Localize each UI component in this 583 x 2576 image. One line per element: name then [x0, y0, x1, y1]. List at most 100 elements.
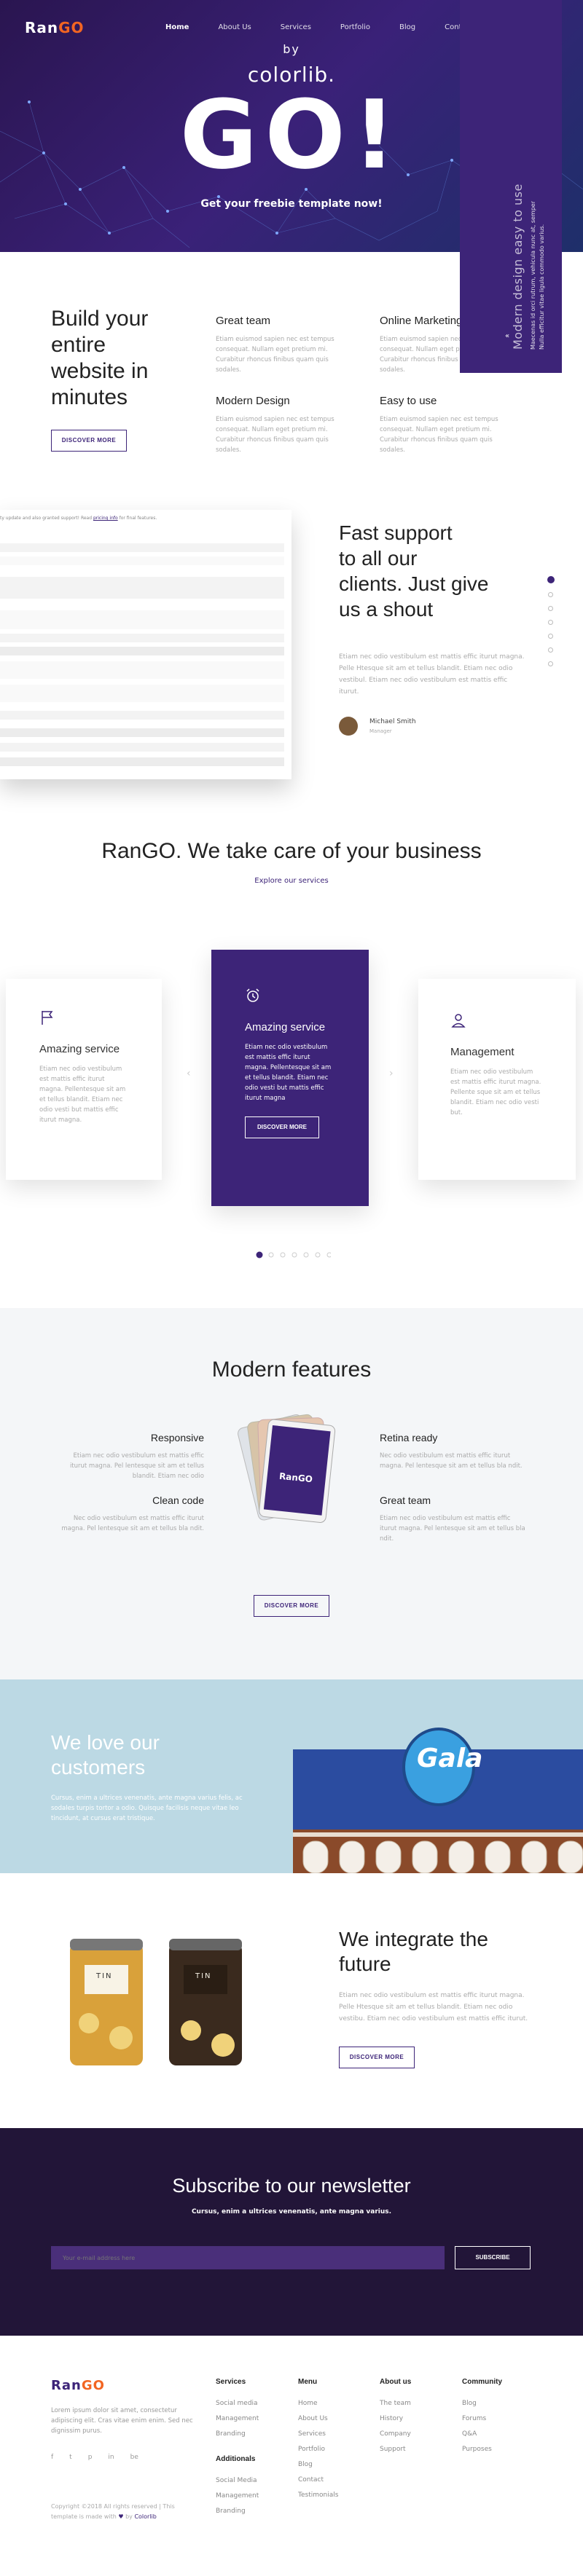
gala-sign-text: Gala: [417, 1744, 483, 1773]
footer-col-services: Services Social media Management Brandin…: [216, 2378, 259, 2519]
person-name: Michael Smith: [369, 718, 416, 725]
footer-link[interactable]: Contact: [298, 2473, 338, 2488]
nav-home[interactable]: Home: [165, 23, 189, 31]
vertical-pagination: [547, 576, 555, 675]
person-role: Manager: [369, 728, 392, 734]
modern-discover-button[interactable]: DISCOVER MORE: [254, 1595, 329, 1617]
feature-online-marketing: Online Marketing Etiam euismod sapien nec…: [380, 315, 460, 374]
footer-link[interactable]: History: [380, 2411, 411, 2427]
page-dot[interactable]: [548, 634, 553, 639]
side-panel-sub: Maecenas id orci rutrum, vehicula nunc a…: [530, 200, 536, 350]
page-dot[interactable]: [547, 576, 555, 583]
avatar: [339, 717, 358, 736]
page-dot[interactable]: [548, 661, 553, 666]
mock-top-bar: ty update and also granted support! Read…: [0, 510, 292, 539]
service-card-text: Etiam nec odio vestibulum est mattis eff…: [450, 1068, 541, 1116]
footer-link[interactable]: Branding: [216, 2427, 259, 2442]
pinterest-icon[interactable]: p: [88, 2454, 93, 2461]
service-card[interactable]: Amazing service Etiam nec odio vestibulu…: [6, 979, 162, 1180]
footer-col-menu: Menu Home About Us Services Portfolio Bl…: [298, 2378, 338, 2503]
flag-icon: [42, 1011, 53, 1025]
can-label-2: TIN: [195, 1972, 212, 1980]
support-screenshot: ty update and also granted support! Read…: [0, 510, 292, 779]
intro-heading: Build your entire website in minutes: [51, 307, 149, 409]
intro-discover-button[interactable]: DISCOVER MORE: [51, 430, 127, 452]
customers-section: We love our customers Cursus, enim a ultr…: [0, 1679, 583, 1873]
page-dot[interactable]: [548, 647, 553, 653]
footer-link[interactable]: Testimonials: [298, 2488, 338, 2503]
carousel-prev-icon[interactable]: ‹: [187, 1068, 191, 1079]
alarm-clock-icon: [246, 988, 259, 1002]
feature-great-team-2: Great team Etiam nec odio vestibulum est …: [380, 1494, 525, 1543]
support-section: ty update and also granted support! Read…: [0, 492, 583, 813]
colorlib-link[interactable]: Colorlib: [134, 2513, 156, 2520]
user-icon: [451, 1014, 466, 1028]
carousel-next-icon[interactable]: ›: [389, 1068, 394, 1079]
logo[interactable]: RanGO: [25, 19, 85, 36]
footer-col-community: Community Blog Forums Q&A Purposes: [462, 2378, 502, 2457]
service-card-text: Etiam nec odio vestibulum est mattis eff…: [39, 1066, 126, 1124]
footer-link[interactable]: Purposes: [462, 2442, 502, 2457]
service-card-title: Amazing service: [39, 1043, 120, 1055]
nav-services[interactable]: Services: [281, 23, 311, 31]
footer-link[interactable]: Q&A: [462, 2427, 502, 2442]
side-panel-sub-2: Nulla efficitur vitae ligula commodo var…: [539, 224, 545, 350]
service-card-active[interactable]: Amazing service Etiam nec odio vestibulu…: [211, 950, 369, 1206]
footer-logo[interactable]: RanGO: [51, 2378, 105, 2393]
service-discover-button[interactable]: DISCOVER MORE: [245, 1116, 320, 1138]
footer-link[interactable]: Blog: [298, 2457, 338, 2473]
page-dot[interactable]: [548, 606, 553, 611]
footer-col-about: About us The team History Company Suppor…: [380, 2378, 411, 2457]
integrate-discover-button[interactable]: DISCOVER MORE: [339, 2047, 415, 2068]
can-label: TIN: [96, 1972, 113, 1980]
feature-retina-ready: Retina ready Nec odio vestibulum est matt…: [380, 1432, 523, 1470]
feature-great-team: Great team Etiam euismod sapien nec est t…: [216, 315, 334, 374]
customers-heading: We love our customers: [51, 1731, 160, 1779]
nav-blog[interactable]: Blog: [399, 23, 415, 31]
footer-link[interactable]: About Us: [298, 2411, 338, 2427]
newsletter-title: Subscribe to our newsletter: [172, 2175, 411, 2197]
footer-link[interactable]: Management: [216, 2411, 259, 2427]
explore-services-link[interactable]: Explore our services: [0, 877, 583, 885]
footer-link[interactable]: The team: [380, 2396, 411, 2411]
service-card[interactable]: Management Etiam nec odio vestibulum est…: [418, 979, 576, 1180]
footer-link[interactable]: Company: [380, 2427, 411, 2442]
facebook-icon[interactable]: f: [51, 2454, 53, 2461]
main-menu: Home About Us Services Portfolio Blog Co…: [165, 23, 502, 31]
footer-link[interactable]: Portfolio: [298, 2442, 338, 2457]
linkedin-icon[interactable]: in: [108, 2454, 114, 2461]
service-card-title: Management: [450, 1046, 514, 1058]
support-text: Etiam nec odio vestibulum est mattis eff…: [339, 653, 525, 696]
modern-features-section: Modern features Responsive Etiam nec odio…: [0, 1308, 583, 1679]
subscribe-button[interactable]: SUBSCRIBE: [455, 2246, 531, 2269]
newsletter-text: Cursus, enim a ultrices venenatis, ante …: [191, 2208, 392, 2215]
footer-link[interactable]: Services: [298, 2427, 338, 2442]
integrate-section: TIN TIN We integrate the future Etiam nec…: [0, 1873, 583, 2128]
nav-portfolio[interactable]: Portfolio: [340, 23, 370, 31]
social-links: f t p in be: [51, 2454, 138, 2461]
email-input[interactable]: [51, 2246, 445, 2269]
footer-link[interactable]: Management: [216, 2489, 259, 2504]
behance-icon[interactable]: be: [130, 2454, 138, 2461]
modern-features-title: Modern features: [211, 1358, 372, 1382]
nav-about[interactable]: About Us: [218, 23, 251, 31]
side-panel-text: Modern design easy to use Maecenas id or…: [511, 184, 547, 350]
footer-link[interactable]: Support: [380, 2442, 411, 2457]
page-dot[interactable]: [548, 620, 553, 625]
footer-link[interactable]: Branding: [216, 2504, 259, 2519]
footer-link[interactable]: Home: [298, 2396, 338, 2411]
integrate-text: Etiam nec odio vestibulum est mattis eff…: [339, 1992, 528, 2022]
page-dot[interactable]: [548, 592, 553, 597]
feature-clean-code: Clean code Nec odio vestibulum est mattis…: [61, 1494, 204, 1532]
side-panel-title: Modern design easy to use: [511, 184, 525, 350]
footer-link[interactable]: Forums: [462, 2411, 502, 2427]
footer-link[interactable]: Blog: [462, 2396, 502, 2411]
heart-icon: ♥: [118, 2513, 124, 2520]
feature-modern-design: Modern Design Etiam euismod sapien nec es…: [216, 395, 334, 454]
copyright: Copyright ©2018 All rights reserved | Th…: [51, 2503, 175, 2520]
service-card-title: Amazing service: [245, 1021, 326, 1033]
side-panel-collapse-icon[interactable]: «: [505, 332, 509, 340]
footer-link[interactable]: Social Media: [216, 2473, 259, 2489]
footer-link[interactable]: Social media: [216, 2396, 259, 2411]
twitter-icon[interactable]: t: [69, 2454, 72, 2461]
